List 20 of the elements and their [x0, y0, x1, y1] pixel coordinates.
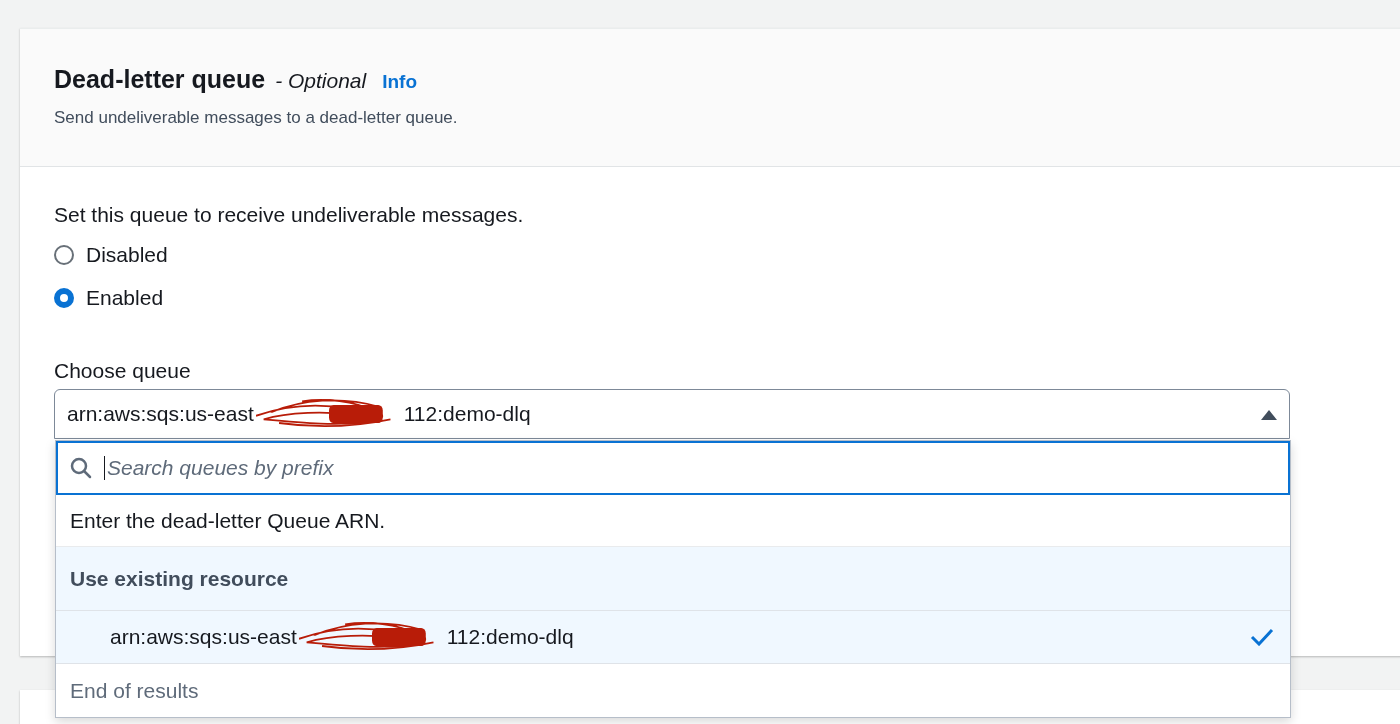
- radio-label: Disabled: [86, 242, 168, 267]
- section-title: Dead-letter queue: [54, 65, 266, 94]
- end-of-results-text: End of results: [69, 677, 200, 704]
- queue-option[interactable]: arn:aws:sqs:us-east 112:demo-dlq: [56, 611, 1290, 664]
- optional-label: - Optional: [275, 69, 367, 93]
- search-field[interactable]: Search queues by prefix: [56, 441, 1290, 495]
- radio-group-label: Set this queue to receive undeliverable messages.: [54, 203, 525, 227]
- select-label: Choose queue: [54, 359, 192, 383]
- queue-arn-prefix: arn:aws:sqs:us-east: [110, 625, 297, 649]
- radio-button[interactable]: [54, 244, 74, 265]
- info-link[interactable]: Info: [382, 71, 418, 93]
- queue-arn-suffix: 112:demo-dlq: [446, 625, 574, 649]
- radio-button[interactable]: [54, 287, 74, 308]
- radio-label: Enabled: [86, 285, 164, 310]
- check-icon: [1250, 628, 1274, 646]
- queue-arn-prefix: arn:aws:sqs:us-east: [67, 402, 254, 426]
- group-header: Use existing resource: [56, 547, 1290, 611]
- search-icon: [70, 457, 92, 479]
- section-description: Send undeliverable messages to a dead-letter queue.: [54, 108, 459, 128]
- queue-arn-suffix: 112:demo-dlq: [403, 402, 531, 426]
